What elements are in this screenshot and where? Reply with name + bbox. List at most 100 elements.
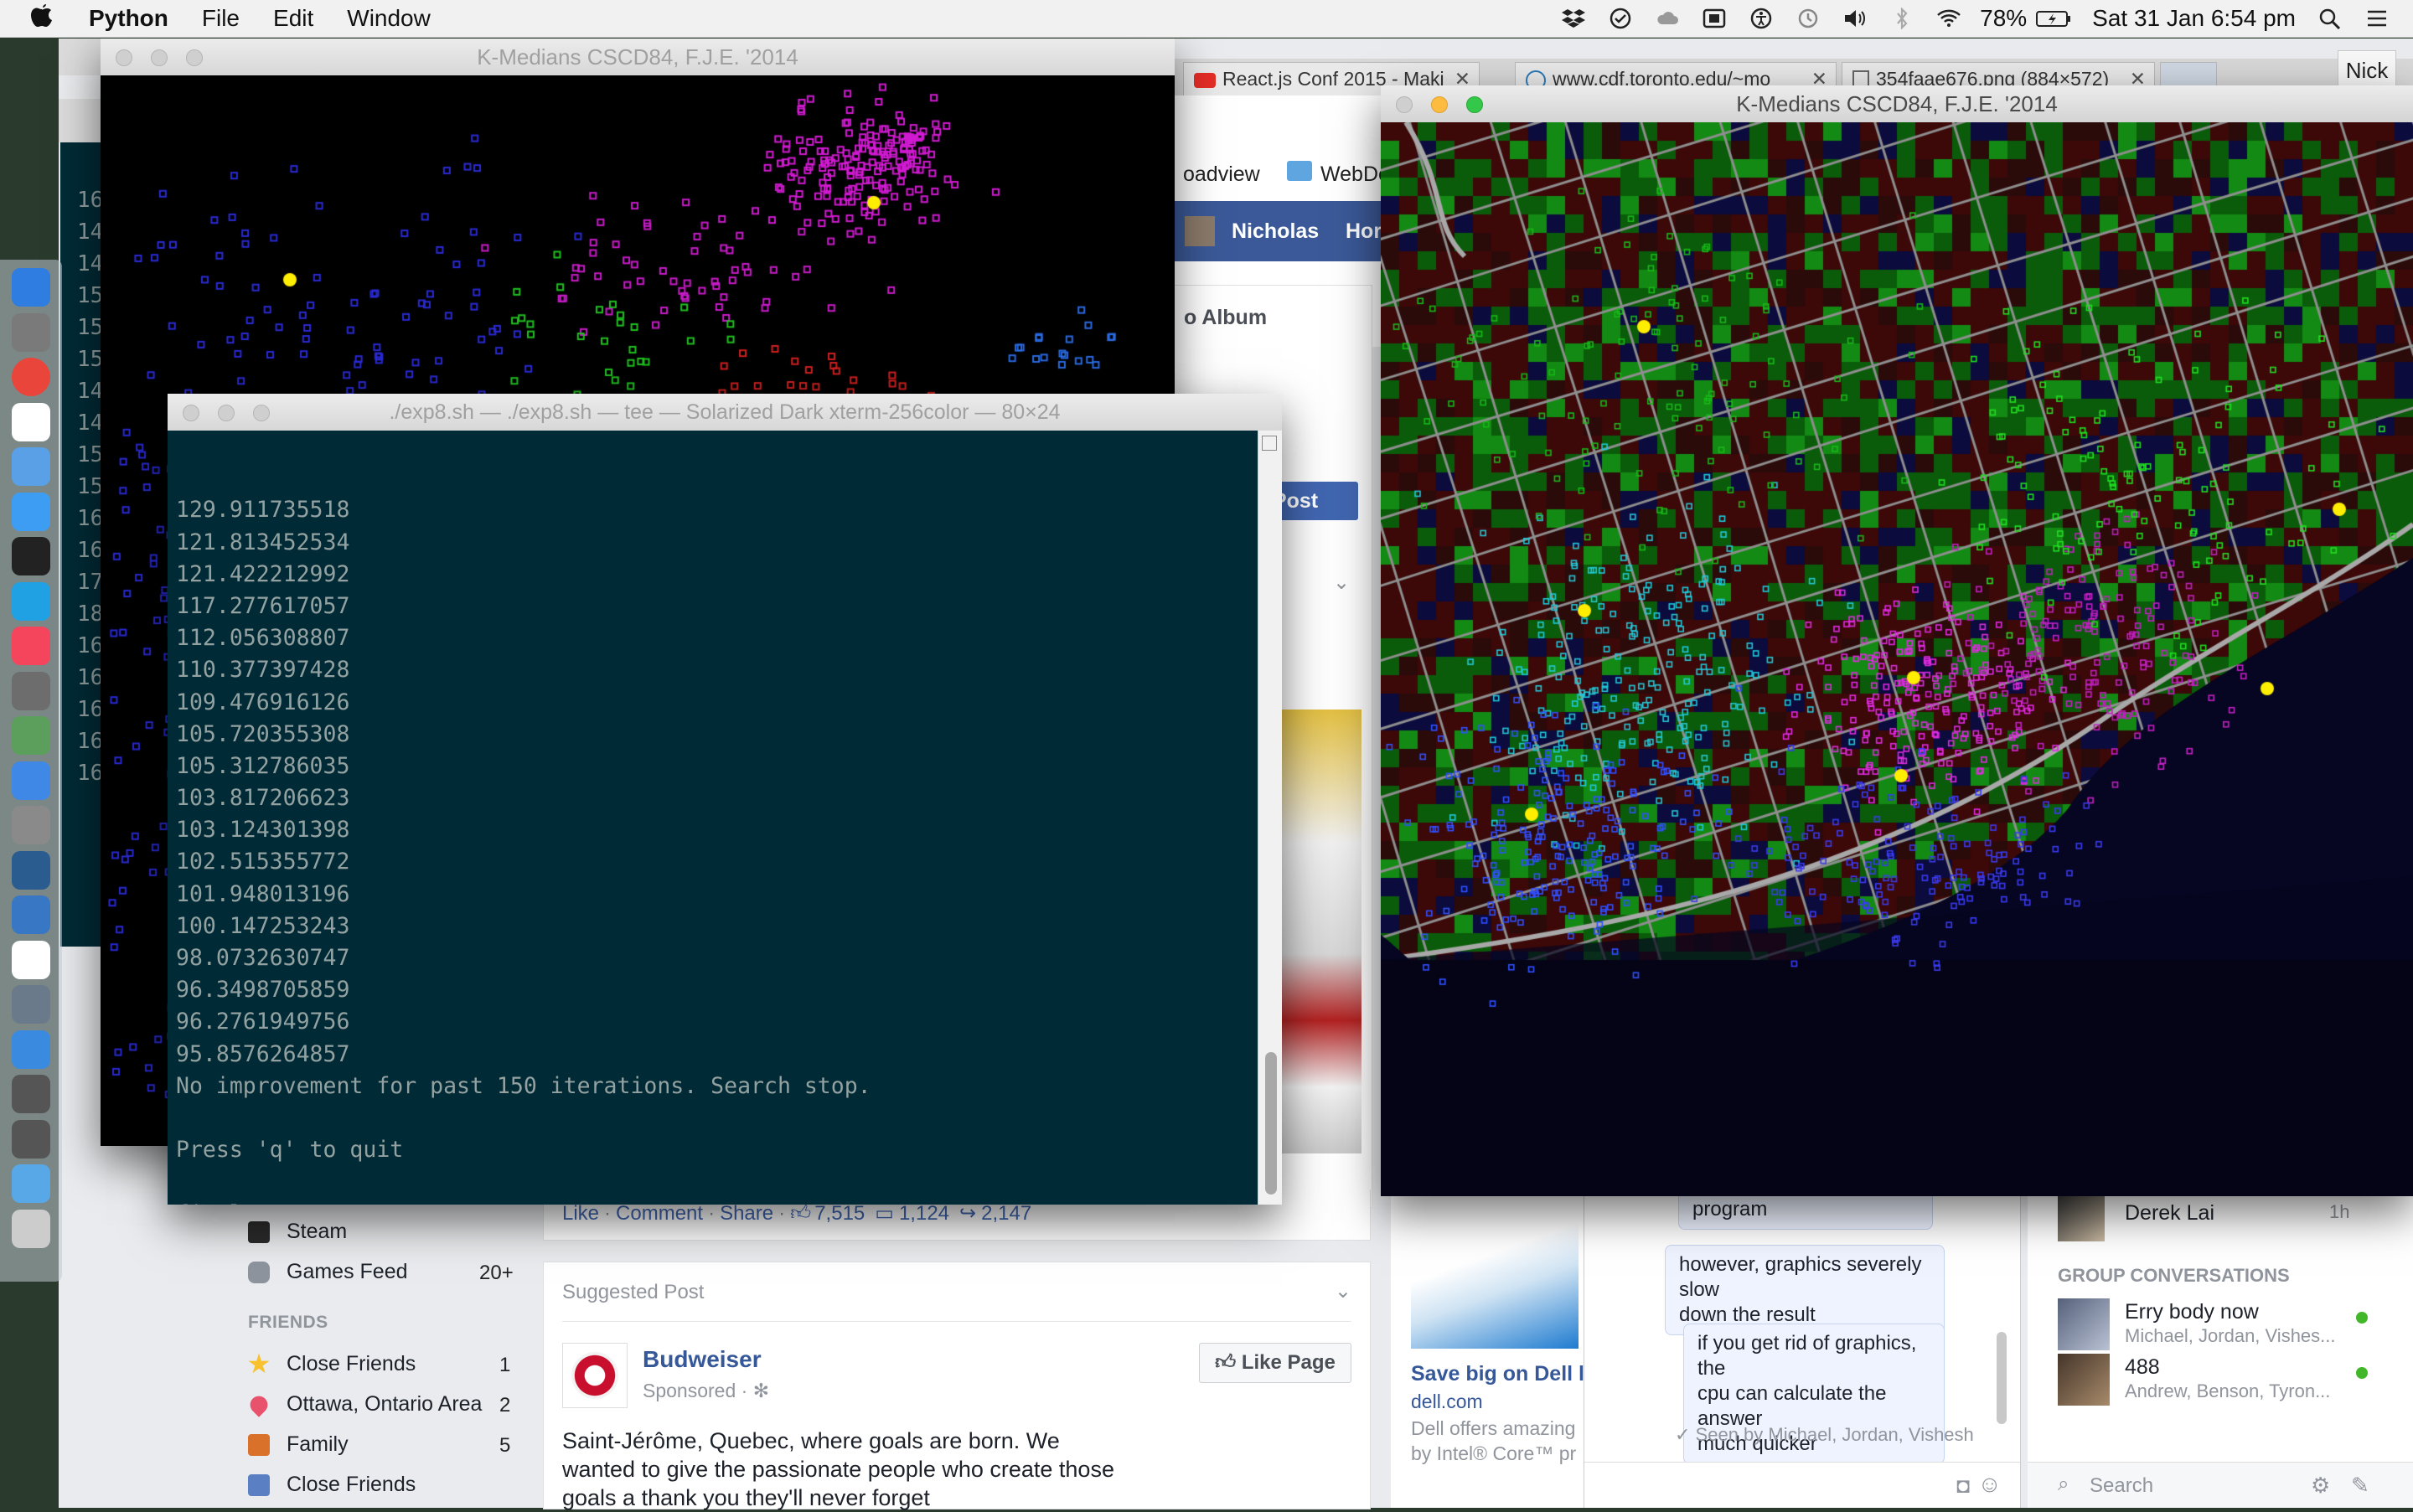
comment-link[interactable]: Comment xyxy=(616,1202,703,1226)
window-titlebar: ./exp8.sh — ./exp8.sh — tee — Solarized … xyxy=(168,394,1282,431)
volume-icon[interactable] xyxy=(1842,8,1868,29)
menu-edit[interactable]: Edit xyxy=(273,5,313,32)
sidebar-item-games-feed[interactable]: Games Feed xyxy=(248,1260,408,1284)
dropbox-icon[interactable] xyxy=(1561,8,1586,29)
share-link[interactable]: Share xyxy=(720,1202,773,1226)
gear-icon[interactable]: ⚙ xyxy=(2311,1473,2330,1499)
bookmark-item[interactable]: WebDe xyxy=(1320,163,1390,187)
minimize-button[interactable] xyxy=(151,49,168,66)
chat-window: program however, graphics severely slow … xyxy=(1584,1189,2021,1508)
zoom-button[interactable] xyxy=(186,49,203,66)
clock[interactable]: Sat 31 Jan 6:54 pm xyxy=(2092,5,2296,32)
fb-user-name[interactable]: Nicholas xyxy=(1232,219,1319,244)
menu-window[interactable]: Window xyxy=(347,5,431,32)
android-studio-icon[interactable] xyxy=(12,716,50,755)
zoom-button[interactable] xyxy=(1466,96,1483,113)
close-button[interactable] xyxy=(1396,96,1413,113)
folder-icon[interactable] xyxy=(12,1164,50,1203)
compose-icon[interactable]: ✎ xyxy=(2351,1473,2369,1499)
wifi-icon[interactable] xyxy=(1936,8,1961,29)
app-store-icon[interactable] xyxy=(12,761,50,800)
bookmark-item[interactable]: oadview xyxy=(1183,163,1260,187)
profile-button[interactable]: Nick xyxy=(2338,50,2396,90)
sourcetree-icon[interactable] xyxy=(12,850,50,890)
terminal-icon[interactable] xyxy=(12,537,50,575)
star-icon xyxy=(248,1353,270,1374)
ad-title[interactable]: Save big on Dell la xyxy=(1411,1362,1596,1386)
checkmark-icon[interactable] xyxy=(1608,8,1633,29)
ad-image[interactable] xyxy=(1411,1198,1579,1349)
terminal-output[interactable]: 129.911735518 121.813452534 121.422212992 1… xyxy=(168,431,1282,1205)
apple-icon[interactable] xyxy=(30,2,54,36)
zoom-button[interactable] xyxy=(253,405,270,421)
cloud-icon[interactable] xyxy=(1655,8,1680,29)
comments-count[interactable]: 1,124 xyxy=(899,1202,949,1226)
xcode-icon[interactable] xyxy=(12,895,50,934)
bluetooth-icon[interactable] xyxy=(1889,8,1914,29)
battery-percent[interactable]: 78% xyxy=(1980,5,2027,32)
sidebar-item-ottawa[interactable]: Ottawa, Ontario Area xyxy=(246,1391,482,1417)
pen-icon[interactable] xyxy=(12,1119,50,1159)
avatar[interactable] xyxy=(2058,1354,2110,1406)
trash-icon[interactable] xyxy=(12,1209,50,1248)
screen-icon[interactable] xyxy=(1702,8,1727,29)
notification-center-icon[interactable] xyxy=(2364,8,2390,29)
image-capture-icon[interactable] xyxy=(12,1030,50,1069)
accessibility-icon[interactable] xyxy=(1749,8,1774,29)
budweiser-logo[interactable] xyxy=(562,1343,628,1408)
ad-url[interactable]: dell.com xyxy=(1411,1391,1483,1413)
minimize-button[interactable] xyxy=(218,405,235,421)
pen-icon[interactable] xyxy=(12,1075,50,1113)
terminal-line: 121.813452534 xyxy=(176,529,350,555)
chevron-down-icon[interactable]: ⌄ xyxy=(1333,570,1350,595)
sidebar-item-close-friends-2[interactable]: Close Friends xyxy=(248,1473,416,1497)
itunes-icon[interactable] xyxy=(12,627,50,665)
sublime-icon[interactable] xyxy=(12,671,50,710)
chat-scrollbar[interactable] xyxy=(1997,1332,2007,1424)
skype-icon[interactable] xyxy=(12,581,50,621)
chat-input[interactable]: ◘ ☺ xyxy=(1584,1462,2020,1508)
camera-icon[interactable]: ◘ xyxy=(1956,1473,1970,1499)
finder-icon[interactable] xyxy=(12,268,50,307)
contact-name[interactable]: Derek Lai xyxy=(2125,1201,2214,1226)
kmedians-window-right[interactable]: K-Medians CSCD84, F.J.E. '2014 xyxy=(1381,85,2413,1196)
group-name[interactable]: Erry body now xyxy=(2125,1300,2259,1324)
battery-icon[interactable] xyxy=(2035,8,2072,29)
chrome-icon[interactable] xyxy=(12,358,50,396)
popcorn-icon[interactable] xyxy=(12,940,50,979)
sidebar-item-steam[interactable]: Steam xyxy=(248,1220,347,1244)
likes-count[interactable]: 7,515 xyxy=(814,1202,865,1226)
avatar[interactable] xyxy=(2058,1298,2110,1350)
sidebar-item-close-friends[interactable]: Close Friends xyxy=(248,1352,416,1376)
preview-icon[interactable] xyxy=(12,447,50,486)
tex-icon[interactable] xyxy=(12,985,50,1024)
avatar[interactable] xyxy=(2058,1195,2105,1241)
menu-file[interactable]: File xyxy=(202,5,240,32)
split-pane-icon[interactable] xyxy=(1262,436,1277,451)
kmedians-map-plot xyxy=(1381,122,2413,1196)
emoji-icon[interactable]: ☺ xyxy=(1977,1471,2002,1498)
search-input[interactable]: Search xyxy=(2090,1474,2153,1498)
terminal-scrollbar[interactable] xyxy=(1258,431,1282,1205)
spotlight-icon[interactable] xyxy=(2317,8,2343,29)
app-menu[interactable]: Python xyxy=(89,5,168,32)
album-label[interactable]: o Album xyxy=(1184,306,1267,330)
launchpad-icon[interactable] xyxy=(12,312,50,352)
messages-icon[interactable] xyxy=(12,492,50,531)
group-name[interactable]: 488 xyxy=(2125,1355,2160,1380)
sidebar-item-family[interactable]: Family xyxy=(248,1432,349,1457)
scrollbar-thumb[interactable] xyxy=(1265,1052,1277,1195)
chevron-down-icon[interactable]: ⌄ xyxy=(1335,1279,1351,1303)
close-button[interactable] xyxy=(183,405,199,421)
close-button[interactable] xyxy=(116,49,132,66)
like-page-button[interactable]: 👍︎ Like Page xyxy=(1199,1343,1351,1383)
like-link[interactable]: Like xyxy=(562,1202,599,1226)
terminal-window[interactable]: ./exp8.sh — ./exp8.sh — tee — Solarized … xyxy=(168,394,1282,1205)
shares-count[interactable]: 2,147 xyxy=(981,1202,1031,1226)
page-name[interactable]: Budweiser xyxy=(643,1346,762,1373)
time-machine-icon[interactable] xyxy=(1796,8,1821,29)
system-preferences-icon[interactable] xyxy=(12,806,50,844)
minimize-button[interactable] xyxy=(1431,96,1448,113)
calendar-icon[interactable] xyxy=(12,402,50,441)
fb-home-link[interactable]: Hor xyxy=(1346,219,1382,244)
